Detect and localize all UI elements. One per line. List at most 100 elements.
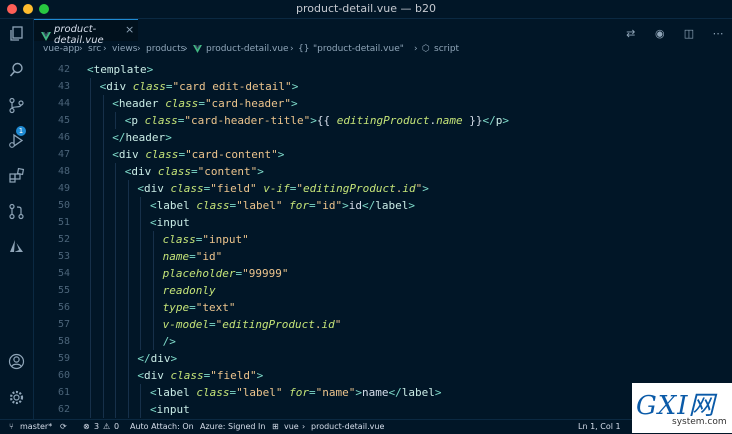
- code-token: label: [156, 199, 190, 212]
- code-token: <: [150, 403, 157, 416]
- code-token: >: [342, 199, 349, 212]
- git-commit-icon[interactable]: ◉: [652, 27, 668, 40]
- code-line[interactable]: <div class="field" v-if="editingProduct.…: [137, 180, 428, 197]
- breadcrumb-item[interactable]: views: [112, 44, 137, 54]
- code-line[interactable]: name="id": [163, 248, 223, 265]
- sync-icon[interactable]: ⟳: [60, 422, 67, 431]
- breadcrumb-item[interactable]: script: [434, 44, 459, 54]
- code-line[interactable]: placeholder="99999": [163, 265, 289, 282]
- code-token: >: [434, 386, 442, 399]
- auto-attach-status[interactable]: Auto Attach: On: [130, 422, 194, 431]
- code-token: =: [189, 301, 196, 314]
- breadcrumb-item[interactable]: product-detail.vue: [206, 44, 289, 54]
- search-icon[interactable]: [8, 61, 25, 78]
- code-token: .: [314, 318, 322, 331]
- code-token: </: [137, 352, 151, 365]
- code-token: ": [334, 318, 342, 331]
- tab-product-detail-vue[interactable]: product-detail.vue ×: [34, 19, 138, 46]
- code-line[interactable]: class="input": [163, 231, 249, 248]
- code-line[interactable]: <label class="label" for="id">id</label>: [150, 197, 415, 214]
- source-control-icon[interactable]: [8, 97, 25, 114]
- code-token: div: [118, 148, 139, 161]
- code-token: =: [208, 318, 216, 331]
- code-token: div: [144, 182, 164, 195]
- line-number: 62: [57, 404, 70, 415]
- accounts-icon[interactable]: [8, 353, 25, 370]
- code-line[interactable]: readonly: [163, 282, 216, 299]
- error-icon: ⊗: [83, 422, 90, 431]
- code-token: label: [375, 199, 409, 212]
- code-line[interactable]: <template>: [87, 61, 153, 78]
- code-line[interactable]: <p class="card-header-title">{{ editingP…: [125, 112, 509, 129]
- language-mode[interactable]: vue: [284, 422, 299, 431]
- tab-close-icon[interactable]: ×: [125, 23, 134, 36]
- code-token: </: [112, 131, 126, 144]
- code-line[interactable]: <input: [150, 214, 190, 231]
- code-line[interactable]: <div class="card edit-detail">: [100, 78, 299, 95]
- code-token: >: [310, 114, 317, 127]
- code-token: >: [257, 165, 264, 178]
- breadcrumb-item[interactable]: "product-detail.vue": [313, 44, 404, 54]
- code-token: div: [150, 352, 171, 365]
- warning-count[interactable]: 0: [114, 422, 119, 431]
- code-token: "card-content": [185, 148, 278, 161]
- git-branch[interactable]: master*: [20, 422, 52, 431]
- code-token: div: [106, 80, 127, 93]
- code-line[interactable]: <div class="field">: [137, 367, 263, 384]
- code-line[interactable]: type="text": [163, 299, 236, 316]
- status-bar: ⑂ master* ⟳ ⊗ 3 ⚠ 0 Auto Attach: On Azur…: [0, 419, 732, 434]
- code-token: for: [289, 199, 309, 212]
- breadcrumb-item[interactable]: products: [146, 44, 185, 54]
- breadcrumb-separator: ›: [290, 44, 294, 54]
- breadcrumb-separator: ›: [103, 44, 107, 54]
- status-file[interactable]: product-detail.vue: [311, 422, 384, 431]
- code-line[interactable]: <header class="card-header">: [112, 95, 297, 112]
- indent-guide: [153, 231, 154, 350]
- code-token: =: [308, 386, 316, 399]
- indent-guide: [102, 95, 104, 418]
- code-token: name: [162, 250, 190, 263]
- code-token: v-model: [162, 318, 209, 331]
- code-line[interactable]: <input: [150, 401, 190, 418]
- code-editor[interactable]: 42 43 44 45 46 47 48 49 50 51 52 53 54 55 56 57 58 59 60 61…: [34, 59, 732, 419]
- error-count[interactable]: 3: [94, 422, 99, 431]
- code-line[interactable]: />: [163, 333, 176, 350]
- code-token: input: [156, 216, 190, 229]
- run-debug-icon[interactable]: [8, 132, 25, 149]
- breadcrumb-item[interactable]: vue-app: [43, 44, 80, 54]
- code-line[interactable]: <div class="card-content">: [112, 146, 284, 163]
- code-line[interactable]: </div>: [137, 350, 177, 367]
- code-token: <: [150, 216, 157, 229]
- code-line[interactable]: </header>: [112, 129, 172, 146]
- explorer-icon[interactable]: [8, 25, 25, 42]
- code-token: name: [361, 386, 389, 399]
- compare-changes-icon[interactable]: ⇄: [623, 27, 639, 40]
- breadcrumb-item[interactable]: src: [88, 44, 101, 54]
- azure-icon[interactable]: [8, 238, 25, 255]
- code-token: >: [408, 199, 415, 212]
- code-line[interactable]: <div class="content">: [125, 163, 264, 180]
- pull-requests-icon[interactable]: [8, 203, 25, 220]
- line-number: 52: [57, 234, 70, 245]
- code-token: >: [291, 80, 299, 93]
- code-token: class: [170, 182, 204, 195]
- code-line[interactable]: v-model="editingProduct.id": [163, 316, 342, 333]
- breadcrumb-separator: ›: [137, 44, 141, 54]
- extensions-icon[interactable]: [8, 167, 25, 184]
- code-token: div: [144, 369, 164, 382]
- more-actions-icon[interactable]: ⋯: [710, 27, 726, 40]
- code-token: =: [189, 250, 196, 263]
- split-editor-icon[interactable]: ◫: [681, 27, 697, 40]
- code-line[interactable]: <label class="label" for="name">name</la…: [150, 384, 441, 401]
- code-token: class: [162, 233, 196, 246]
- azure-status[interactable]: Azure: Signed In: [200, 422, 265, 431]
- settings-gear-icon[interactable]: [8, 389, 25, 406]
- line-number: 49: [57, 183, 70, 194]
- code-token: id: [402, 182, 416, 195]
- line-number: 60: [57, 370, 70, 381]
- code-token: label: [156, 386, 190, 399]
- cursor-position[interactable]: Ln 1, Col 1: [578, 422, 621, 431]
- code-token: >: [165, 131, 172, 144]
- line-number: 42: [57, 64, 70, 75]
- breadcrumb-separator: ›: [79, 44, 83, 54]
